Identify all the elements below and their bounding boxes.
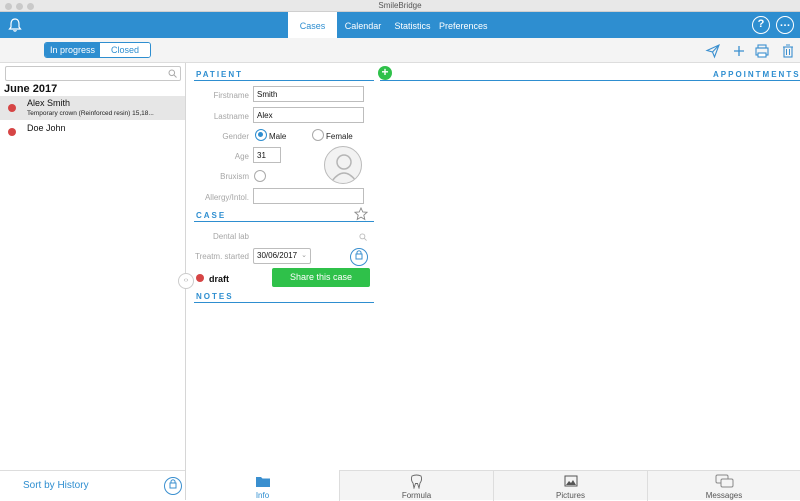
filter-closed[interactable]: Closed [100,43,151,57]
chevron-icon: ‹› [183,277,189,284]
firstname-field[interactable] [253,86,364,102]
collapse-sidebar-handle[interactable]: ‹› [178,273,194,289]
tab-info-label: Info [255,491,270,500]
appointments-section-title: APPOINTMENTS [713,70,800,79]
patient-section-divider [194,80,374,81]
list-item[interactable]: Doe John [0,121,185,141]
status-dot [196,274,204,282]
bottom-tab-bar: Info Formula Pictures Messages [186,470,800,501]
search-icon [168,69,177,81]
tab-formula-label: Formula [401,491,432,500]
firstname-label: Firstname [213,91,249,100]
gender-male-radio[interactable] [255,129,267,141]
tab-pictures[interactable]: Pictures [493,471,647,501]
search-input[interactable] [5,66,181,81]
gender-label: Gender [222,132,249,141]
lock-icon[interactable] [164,477,182,495]
gender-female-label: Female [326,132,353,141]
avatar-placeholder-icon [331,154,357,182]
tab-cases[interactable]: Cases [288,12,337,38]
case-status-text: draft [209,274,229,284]
help-icon[interactable]: ? [752,16,770,34]
lastname-field[interactable] [253,107,364,123]
patient-section-title: PATIENT [196,70,244,79]
bruxism-toggle[interactable] [254,170,266,182]
window-title: SmileBridge [378,1,422,10]
filter-in-progress[interactable]: In progress [45,43,101,57]
treatment-date-value: 30/06/2017 [257,251,298,260]
age-field[interactable] [253,147,281,163]
tab-preferences[interactable]: Preferences [439,12,488,38]
case-section-title: CASE [196,211,227,220]
window-titlebar: SmileBridge [0,0,800,12]
picture-icon [564,475,578,487]
search-icon[interactable] [359,232,367,244]
treatment-date-picker[interactable]: 30/06/2017 ⌄ [253,248,311,264]
bell-icon[interactable] [7,17,23,33]
appointments-section-divider [380,80,800,81]
sidebar-footer: Sort by History [0,470,185,500]
case-status-segmented-control: In progress Closed [44,42,152,58]
bruxism-label: Bruxism [220,172,249,181]
case-patient-name: Alex Smith [27,98,71,108]
tab-info[interactable]: Info [186,470,339,501]
send-icon[interactable] [705,43,721,59]
tab-formula[interactable]: Formula [339,471,493,501]
tab-calendar[interactable]: Calendar [343,12,383,38]
print-icon[interactable] [754,43,770,59]
allergy-field[interactable] [253,188,364,204]
case-patient-name: Doe John [27,123,66,133]
allergy-label: Allergy/Intol. [204,193,249,202]
lock-icon[interactable] [350,248,368,266]
star-icon[interactable] [353,206,369,224]
age-label: Age [234,152,249,161]
tab-messages[interactable]: Messages [647,471,800,501]
notes-section-title: NOTES [196,292,234,301]
tooth-icon [410,474,423,489]
case-section-divider [194,221,374,222]
status-dot [8,104,16,112]
case-list-sidebar: June 2017 Alex Smith Temporary crown (Re… [0,63,186,500]
avatar[interactable] [324,146,362,184]
tab-pictures-label: Pictures [556,491,585,500]
case-detail: Temporary crown (Reinforced resin) 15,18… [27,110,154,117]
add-appointment-button[interactable]: + [378,66,392,80]
list-item[interactable]: Alex Smith Temporary crown (Reinforced r… [0,96,185,120]
treatment-started-label: Treatm. started [195,252,249,261]
main-toolbar: Cases Calendar Statistics Preferences ? … [0,12,800,38]
tab-messages-label: Messages [705,491,743,500]
plus-icon: + [381,65,389,79]
month-header: June 2017 [4,83,58,95]
add-icon[interactable] [731,43,747,59]
lastname-label: Lastname [213,112,249,121]
trash-icon[interactable] [780,43,796,59]
tab-statistics[interactable]: Statistics [392,12,433,38]
gender-female-radio[interactable] [312,129,324,141]
more-options-icon[interactable]: … [776,16,794,34]
chat-bubbles-icon [715,474,734,488]
gender-male-label: Male [269,132,287,141]
chevron-down-icon: ⌄ [301,252,307,259]
dental-lab-label: Dental lab [212,232,249,241]
status-dot [8,128,16,136]
folder-icon [256,477,270,487]
sort-by-history-link[interactable]: Sort by History [23,480,89,491]
filter-bar: In progress Closed [0,38,800,63]
share-case-button[interactable]: Share this case [272,268,370,287]
notes-section-divider [194,302,374,303]
